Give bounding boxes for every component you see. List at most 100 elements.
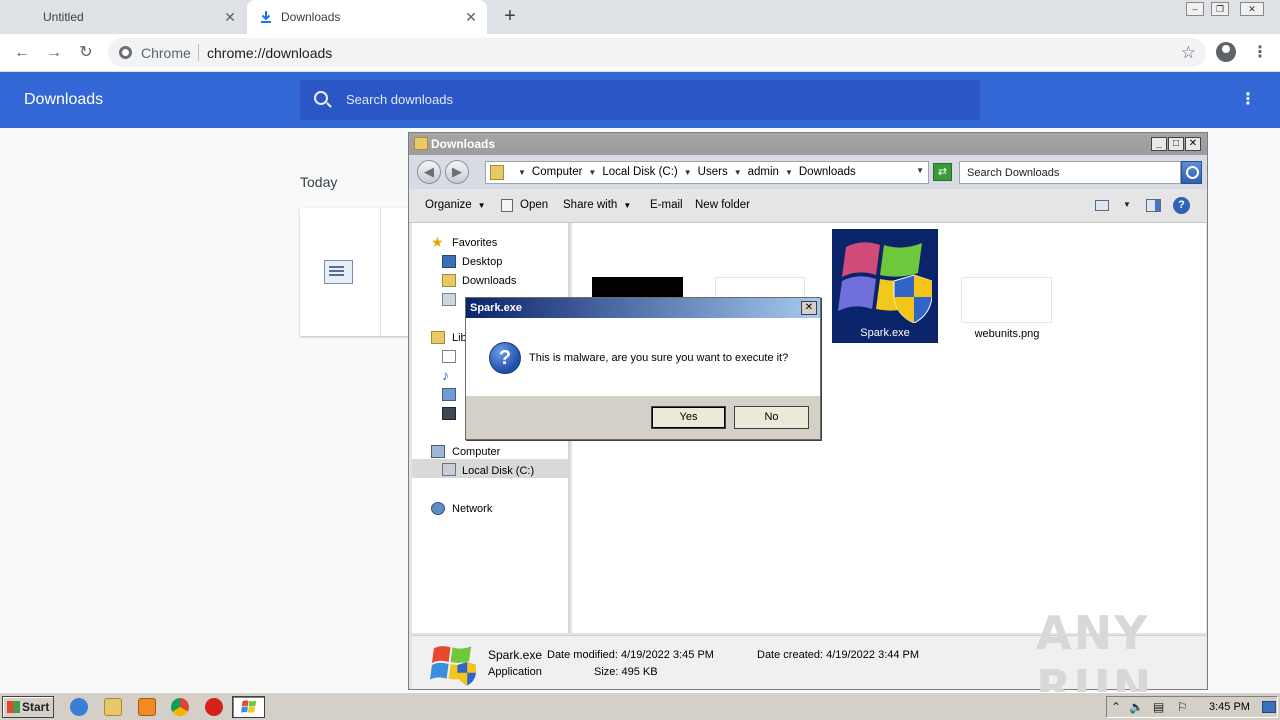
breadcrumb-admin[interactable]: admin bbox=[748, 166, 779, 180]
more-options-icon[interactable]: ⋮ bbox=[1240, 89, 1256, 111]
window-title: Downloads bbox=[431, 137, 496, 151]
change-view-icon[interactable] bbox=[1095, 200, 1109, 211]
address-dropdown-icon[interactable]: ▼ bbox=[916, 166, 924, 175]
chevron-down-icon: ▼ bbox=[477, 201, 486, 210]
chrome-icon[interactable] bbox=[171, 698, 189, 716]
close-window-icon[interactable]: ✕ bbox=[1240, 2, 1264, 16]
dialog-titlebar[interactable]: Spark.exe ✕ bbox=[466, 298, 820, 318]
file-thumbnail[interactable] bbox=[715, 277, 805, 297]
new-tab-button[interactable]: + bbox=[498, 5, 522, 29]
dialog-title: Spark.exe bbox=[470, 302, 522, 314]
opera-icon[interactable] bbox=[205, 698, 223, 716]
nav-network[interactable]: Network bbox=[452, 503, 492, 515]
reload-icon[interactable]: ↻ bbox=[74, 41, 98, 65]
forward-arrow-icon[interactable]: ▶ bbox=[445, 160, 469, 184]
maximize-icon[interactable]: □ bbox=[1168, 137, 1184, 151]
minimize-icon[interactable]: _ bbox=[1151, 137, 1167, 151]
page-title: Downloads bbox=[24, 91, 104, 108]
new-folder-button[interactable]: New folder bbox=[695, 199, 750, 211]
close-tab-icon[interactable]: ✕ bbox=[463, 9, 479, 25]
explorer-folder-icon[interactable] bbox=[104, 698, 122, 716]
preview-pane-icon[interactable] bbox=[1146, 199, 1161, 212]
star-icon: ★ bbox=[431, 234, 444, 250]
nav-favorites[interactable]: Favorites bbox=[452, 237, 497, 249]
chevron-down-icon: ▼ bbox=[623, 201, 632, 210]
section-heading-today: Today bbox=[300, 174, 338, 190]
forward-arrow-icon[interactable]: → bbox=[42, 41, 66, 65]
address-bar[interactable]: Chrome chrome://downloads ☆ bbox=[108, 38, 1206, 67]
file-thumbnail[interactable] bbox=[592, 277, 683, 297]
bookmark-star-icon[interactable]: ☆ bbox=[1181, 43, 1196, 63]
file-label[interactable]: webunits.png bbox=[952, 328, 1062, 340]
file-label: Spark.exe bbox=[860, 327, 910, 339]
share-with-button[interactable]: Share with ▼ bbox=[563, 199, 631, 211]
media-player-icon[interactable] bbox=[138, 698, 156, 716]
explorer-search-input[interactable]: Search Downloads bbox=[959, 161, 1181, 184]
chevron-down-icon[interactable]: ▼ bbox=[734, 166, 742, 180]
help-icon[interactable]: ? bbox=[1173, 197, 1190, 214]
share-with-label: Share with bbox=[563, 199, 618, 211]
search-placeholder: Search downloads bbox=[346, 92, 453, 107]
internet-explorer-icon[interactable] bbox=[70, 698, 88, 716]
organize-button[interactable]: Organize ▼ bbox=[425, 199, 486, 211]
local-disk-icon bbox=[442, 463, 456, 476]
tab-label: Untitled bbox=[43, 10, 84, 24]
tab-untitled[interactable]: Untitled ✕ bbox=[0, 0, 246, 34]
nav-computer[interactable]: Computer bbox=[452, 446, 500, 458]
nav-local-disk[interactable]: Local Disk (C:) bbox=[462, 465, 534, 477]
chevron-down-icon[interactable]: ▼ bbox=[785, 166, 793, 180]
breadcrumb-computer[interactable]: Computer bbox=[532, 166, 583, 180]
system-tray: ⌃ 🔈 ▤ ⚐ 3:45 PM bbox=[1106, 696, 1278, 718]
network-icon[interactable]: ▤ bbox=[1153, 700, 1164, 714]
close-icon[interactable]: ✕ bbox=[1185, 137, 1201, 151]
nav-downloads[interactable]: Downloads bbox=[462, 275, 516, 287]
explorer-titlebar[interactable]: Downloads _ □ ✕ bbox=[409, 133, 1207, 155]
chrome-menu-icon[interactable]: ⋮ bbox=[1252, 42, 1268, 64]
show-desktop-icon[interactable] bbox=[1262, 701, 1276, 713]
clock[interactable]: 3:45 PM bbox=[1209, 701, 1250, 713]
back-arrow-icon[interactable]: ← bbox=[10, 41, 34, 65]
nav-desktop[interactable]: Desktop bbox=[462, 256, 502, 268]
profile-avatar-icon[interactable] bbox=[1216, 42, 1236, 62]
file-item-spark[interactable]: Spark.exe bbox=[832, 229, 938, 343]
downloads-search-input[interactable]: Search downloads bbox=[300, 80, 980, 120]
email-button[interactable]: E-mail bbox=[650, 199, 683, 211]
volume-icon[interactable]: 🔈 bbox=[1129, 700, 1144, 714]
refresh-icon[interactable]: ⇄ bbox=[933, 163, 952, 181]
search-icon[interactable] bbox=[1181, 161, 1202, 184]
start-label: Start bbox=[22, 700, 50, 714]
yes-button[interactable]: Yes bbox=[651, 406, 726, 429]
music-icon: ♪ bbox=[442, 367, 449, 383]
desktop-icon bbox=[442, 255, 456, 268]
breadcrumb-local-disk[interactable]: Local Disk (C:) bbox=[602, 166, 677, 180]
breadcrumb-downloads[interactable]: Downloads bbox=[799, 166, 856, 180]
tab-strip: Untitled ✕ Downloads ✕ + – ❐ ✕ bbox=[0, 0, 1280, 34]
chevron-down-icon[interactable]: ▼ bbox=[518, 166, 526, 180]
windows-logo-icon bbox=[7, 701, 20, 713]
explorer-address-bar[interactable]: ▼ Computer ▼ Local Disk (C:) ▼ Users ▼ a… bbox=[485, 161, 929, 184]
action-center-flag-icon[interactable]: ⚐ bbox=[1177, 700, 1188, 714]
show-hidden-icons-icon[interactable]: ⌃ bbox=[1111, 700, 1121, 714]
file-thumbnail-webunits[interactable] bbox=[961, 277, 1052, 323]
close-tab-icon[interactable]: ✕ bbox=[222, 9, 238, 25]
open-button[interactable]: Open bbox=[520, 199, 548, 211]
back-arrow-icon[interactable]: ◀ bbox=[417, 160, 441, 184]
start-button[interactable]: Start bbox=[2, 696, 54, 718]
chevron-down-icon[interactable]: ▼ bbox=[684, 166, 692, 180]
chevron-down-icon[interactable]: ▼ bbox=[1123, 200, 1131, 209]
breadcrumb: ▼ Computer ▼ Local Disk (C:) ▼ Users ▼ a… bbox=[512, 166, 856, 180]
url-text[interactable]: chrome://downloads bbox=[207, 45, 332, 61]
search-icon bbox=[314, 91, 328, 105]
folder-icon bbox=[414, 137, 428, 150]
dialog-body: ? This is malware, are you sure you want… bbox=[466, 318, 820, 396]
breadcrumb-users[interactable]: Users bbox=[698, 166, 728, 180]
tab-downloads[interactable]: Downloads ✕ bbox=[247, 0, 487, 34]
no-button[interactable]: No bbox=[734, 406, 809, 429]
chevron-down-icon[interactable]: ▼ bbox=[588, 166, 596, 180]
minimize-window-icon[interactable]: – bbox=[1186, 2, 1204, 16]
recent-places-icon bbox=[442, 293, 456, 306]
restore-window-icon[interactable]: ❐ bbox=[1211, 2, 1229, 16]
command-bar: Organize ▼ Open Share with ▼ E-mail New fo… bbox=[409, 189, 1207, 223]
close-icon[interactable]: ✕ bbox=[801, 301, 817, 315]
taskbar-active-app[interactable] bbox=[232, 696, 265, 718]
